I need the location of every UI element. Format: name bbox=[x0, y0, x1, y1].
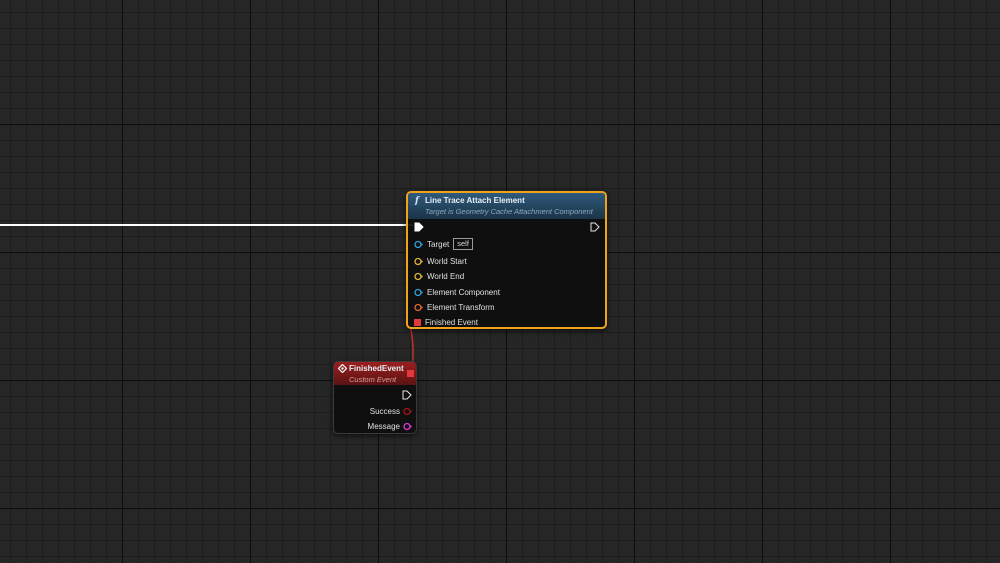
element-transform-pin-row[interactable]: Element Transform bbox=[414, 301, 495, 313]
delegate-square-icon[interactable] bbox=[414, 318, 421, 326]
node-header[interactable]: f Line Trace Attach Element Target is Ge… bbox=[408, 193, 605, 219]
bool-pin-icon[interactable] bbox=[403, 407, 412, 416]
exec-out-icon[interactable] bbox=[402, 390, 412, 400]
world-end-label: World End bbox=[427, 271, 465, 281]
string-pin-icon[interactable] bbox=[403, 422, 412, 431]
target-self-value[interactable]: self bbox=[453, 238, 473, 250]
exec-out-pin-row[interactable] bbox=[590, 221, 600, 233]
target-pin-row[interactable]: Target self bbox=[414, 238, 473, 250]
node-title: Line Trace Attach Element bbox=[425, 196, 525, 205]
exec-out-pin-row[interactable] bbox=[402, 389, 412, 401]
delegate-square-icon[interactable] bbox=[407, 370, 414, 377]
exec-in-pin-row[interactable] bbox=[414, 221, 424, 233]
node-subtitle: Custom Event bbox=[349, 375, 397, 384]
exec-out-icon[interactable] bbox=[590, 222, 600, 232]
world-end-pin-row[interactable]: World End bbox=[414, 270, 464, 282]
finished-event-pin-row[interactable]: Finished Event bbox=[414, 316, 478, 328]
object-pin-icon[interactable] bbox=[414, 240, 423, 249]
node-title: FinishedEvent bbox=[349, 364, 404, 373]
message-label: Message bbox=[367, 421, 400, 431]
node-subtitle: Target is Geometry Cache Attachment Comp… bbox=[425, 207, 593, 216]
vector-pin-icon[interactable] bbox=[414, 272, 423, 281]
element-component-pin-row[interactable]: Element Component bbox=[414, 286, 500, 298]
world-start-pin-row[interactable]: World Start bbox=[414, 255, 467, 267]
exec-in-icon[interactable] bbox=[414, 222, 424, 232]
success-pin-row[interactable]: Success bbox=[370, 405, 412, 417]
element-transform-label: Element Transform bbox=[427, 302, 495, 312]
event-diamond-icon bbox=[338, 364, 347, 373]
target-label: Target bbox=[427, 239, 450, 249]
success-label: Success bbox=[369, 406, 400, 416]
message-pin-row[interactable]: Message bbox=[368, 420, 412, 432]
function-icon: f bbox=[415, 196, 419, 206]
element-component-label: Element Component bbox=[427, 287, 500, 297]
transform-pin-icon[interactable] bbox=[414, 303, 423, 312]
finished-event-node[interactable]: FinishedEvent Custom Event Success Messa… bbox=[333, 361, 417, 434]
node-header[interactable]: FinishedEvent Custom Event bbox=[334, 362, 416, 385]
finished-event-label: Finished Event bbox=[425, 317, 478, 327]
world-start-label: World Start bbox=[427, 256, 467, 266]
line-trace-attach-element-node[interactable]: f Line Trace Attach Element Target is Ge… bbox=[406, 191, 607, 329]
object-pin-icon[interactable] bbox=[414, 288, 423, 297]
vector-pin-icon[interactable] bbox=[414, 257, 423, 266]
